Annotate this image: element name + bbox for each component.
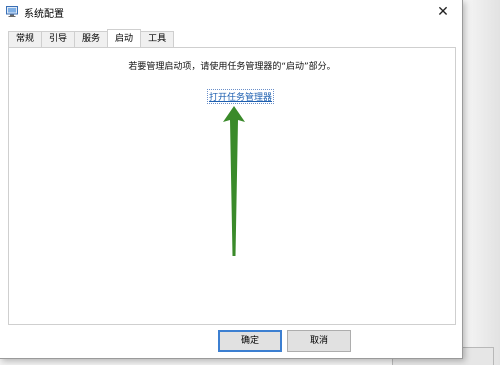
background-window-edge — [462, 0, 500, 365]
close-icon: ✕ — [437, 4, 449, 20]
green-arrow-up-icon — [223, 106, 245, 256]
tab-strip: 常规 引导 服务 启动 工具 — [8, 29, 175, 47]
system-config-dialog: 系统配置 ✕ 常规 引导 服务 启动 工具 若要管理启动项，请使用任务管理器的“… — [0, 0, 463, 359]
system-config-icon — [6, 6, 18, 17]
tab-general[interactable]: 常规 — [8, 31, 43, 47]
startup-tab-panel: 若要管理启动项，请使用任务管理器的“启动”部分。 打开任务管理器 — [8, 47, 456, 325]
title-bar[interactable]: 系统配置 ✕ — [0, 0, 462, 24]
window-title: 系统配置 — [24, 9, 64, 20]
tab-tools[interactable]: 工具 — [140, 31, 175, 47]
tab-startup[interactable]: 启动 — [107, 29, 142, 47]
close-button[interactable]: ✕ — [428, 1, 458, 23]
cancel-button[interactable]: 取消 — [287, 330, 351, 352]
startup-message: 若要管理启动项，请使用任务管理器的“启动”部分。 — [128, 62, 336, 72]
tab-boot[interactable]: 引导 — [41, 31, 76, 47]
open-task-manager-link[interactable]: 打开任务管理器 — [207, 89, 275, 104]
ok-button[interactable]: 确定 — [218, 330, 282, 352]
tab-services[interactable]: 服务 — [74, 31, 109, 47]
screen: c t J e 系统配置 ✕ 常规 引导 服务 启动 — [0, 0, 500, 365]
